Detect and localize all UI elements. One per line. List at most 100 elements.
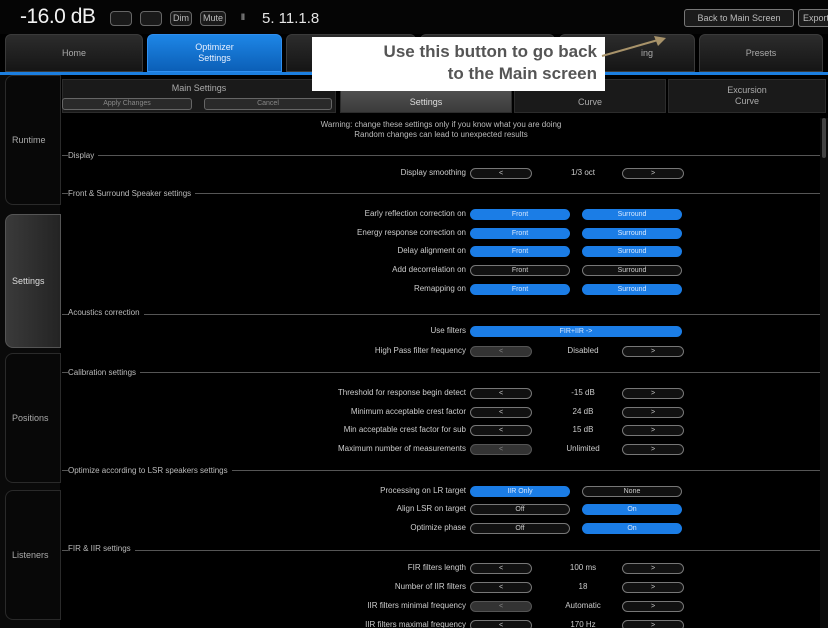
scrollbar-track[interactable] [820,118,828,628]
add-decorrelation-surround-toggle[interactable]: Surround [582,265,682,276]
energy-response-front-toggle[interactable]: Front [470,228,570,239]
add-decorrelation-front-toggle[interactable]: Front [470,265,570,276]
early-reflection-surround-toggle[interactable]: Surround [582,209,682,220]
none-option[interactable]: None [582,486,682,497]
max-measurements-increase[interactable]: > [622,444,684,455]
min-crest-sub-value: 15 dB [572,425,594,434]
speaker-format-label: 5. 11.1.8 [262,10,320,27]
use-filters-selector[interactable]: FIR+IIR -> [470,326,682,337]
back-to-main-screen-button[interactable]: Back to Main Screen [684,9,794,27]
early-reflection-label: Early reflection correction on [364,209,466,218]
settings-panel: Warning: change these settings only if y… [62,118,820,628]
fir-length-label: FIR filters length [407,563,466,572]
display-smoothing-value: 1/3 oct [570,168,595,177]
display-smoothing-label: Display smoothing [400,168,466,177]
mute-button[interactable]: Mute [200,11,226,26]
section-calibration [62,372,820,373]
align-lsr-off[interactable]: Off [470,504,570,515]
min-crest-label: Minimum acceptable crest factor [350,407,466,416]
dim-button[interactable]: Dim [170,11,192,26]
num-iir-label: Number of IIR filters [394,582,466,591]
section-title-acoustics: Acoustics correction [68,308,144,317]
volume-readout: -16.0 dB [20,5,96,28]
sidebar: Runtime Settings Positions Listeners [0,75,61,628]
iir-only-option[interactable]: IIR Only [470,486,570,497]
tab-presets[interactable]: Presets [699,34,823,72]
scrollbar-thumb[interactable] [822,118,826,158]
display-smoothing-decrease[interactable]: < [470,168,532,179]
sidebar-item-settings[interactable]: Settings [5,214,61,348]
tab-optimizer-settings[interactable]: Optimizer Settings [147,34,282,72]
add-decorrelation-label: Add decorrelation on [392,265,466,274]
high-pass-value: Disabled [567,346,599,355]
energy-response-surround-toggle[interactable]: Surround [582,228,682,239]
iir-max-freq-value: 170 Hz [570,620,596,628]
processing-target-label: Processing on LR target [380,486,466,495]
delay-alignment-surround-toggle[interactable]: Surround [582,246,682,257]
section-title-optimize: Optimize according to LSR speakers setti… [68,466,232,475]
cancel-button[interactable]: Cancel [204,98,332,110]
warning-line-2: Random changes can lead to unexpected re… [354,130,528,139]
optimize-phase-label: Optimize phase [410,523,466,532]
display-smoothing-increase[interactable]: > [622,168,684,179]
max-measurements-decrease[interactable]: < [470,444,532,455]
threshold-label: Threshold for response begin detect [337,388,466,397]
fir-length-increase[interactable]: > [622,563,684,574]
section-title-calibration: Calibration settings [68,368,141,377]
section-title-speakers: Front & Surround Speaker settings [68,189,196,198]
app-window: -16.0 dB Dim Mute Ⅱ 5. 11.1.8 Back to Ma… [0,0,828,628]
min-crest-decrease[interactable]: < [470,407,532,418]
num-iir-increase[interactable]: > [622,582,684,593]
max-measurements-label: Maximum number of measurements [337,444,466,453]
status-button-1[interactable] [110,11,132,26]
num-iir-value: 18 [578,582,588,591]
signal-icon: Ⅱ [240,12,246,22]
tab-home[interactable]: Home [5,34,143,72]
num-iir-decrease[interactable]: < [470,582,532,593]
apply-changes-button[interactable]: Apply Changes [62,98,192,110]
status-button-2[interactable] [140,11,162,26]
fir-length-value: 100 ms [569,563,597,572]
warning-line-1: Warning: change these settings only if y… [320,120,562,129]
delay-alignment-front-toggle[interactable]: Front [470,246,570,257]
min-crest-sub-increase[interactable]: > [622,425,684,436]
export-button[interactable]: Export [798,9,828,27]
min-crest-sub-decrease[interactable]: < [470,425,532,436]
remapping-surround-toggle[interactable]: Surround [582,284,682,295]
iir-min-freq-label: IIR filters minimal frequency [367,601,466,610]
fir-length-decrease[interactable]: < [470,563,532,574]
warning-text: Warning: change these settings only if y… [62,120,820,140]
align-lsr-on[interactable]: On [582,504,682,515]
section-title-fir-iir: FIR & IIR settings [68,544,135,553]
optimize-phase-on[interactable]: On [582,523,682,534]
sidebar-item-runtime[interactable]: Runtime [5,75,61,205]
optimize-phase-off[interactable]: Off [470,523,570,534]
use-filters-label: Use filters [430,326,466,335]
high-pass-label: High Pass filter frequency [374,346,466,355]
tab-excursion-curve[interactable]: Excursion Curve [668,79,826,113]
threshold-value: -15 dB [571,388,595,397]
iir-max-freq-decrease[interactable]: < [470,620,532,628]
iir-max-freq-increase[interactable]: > [622,620,684,628]
high-pass-increase[interactable]: > [622,346,684,357]
iir-min-freq-value: Automatic [565,601,601,610]
min-crest-increase[interactable]: > [622,407,684,418]
status-bar: -16.0 dB Dim Mute Ⅱ 5. 11.1.8 Back to Ma… [0,0,828,34]
sidebar-item-listeners[interactable]: Listeners [5,490,61,620]
threshold-increase[interactable]: > [622,388,684,399]
sidebar-item-positions[interactable]: Positions [5,353,61,483]
iir-min-freq-decrease[interactable]: < [470,601,532,612]
max-measurements-value: Unlimited [566,444,600,453]
callout-line-2: to the Main screen [447,64,597,83]
high-pass-decrease[interactable]: < [470,346,532,357]
early-reflection-front-toggle[interactable]: Front [470,209,570,220]
delay-alignment-label: Delay alignment on [397,246,466,255]
callout-arrow-icon [601,36,666,57]
remapping-front-toggle[interactable]: Front [470,284,570,295]
iir-max-freq-label: IIR filters maximal frequency [365,620,466,628]
iir-min-freq-increase[interactable]: > [622,601,684,612]
section-title-display: Display [68,151,99,160]
section-acoustics [62,314,820,315]
threshold-decrease[interactable]: < [470,388,532,399]
energy-response-label: Energy response correction on [357,228,466,237]
